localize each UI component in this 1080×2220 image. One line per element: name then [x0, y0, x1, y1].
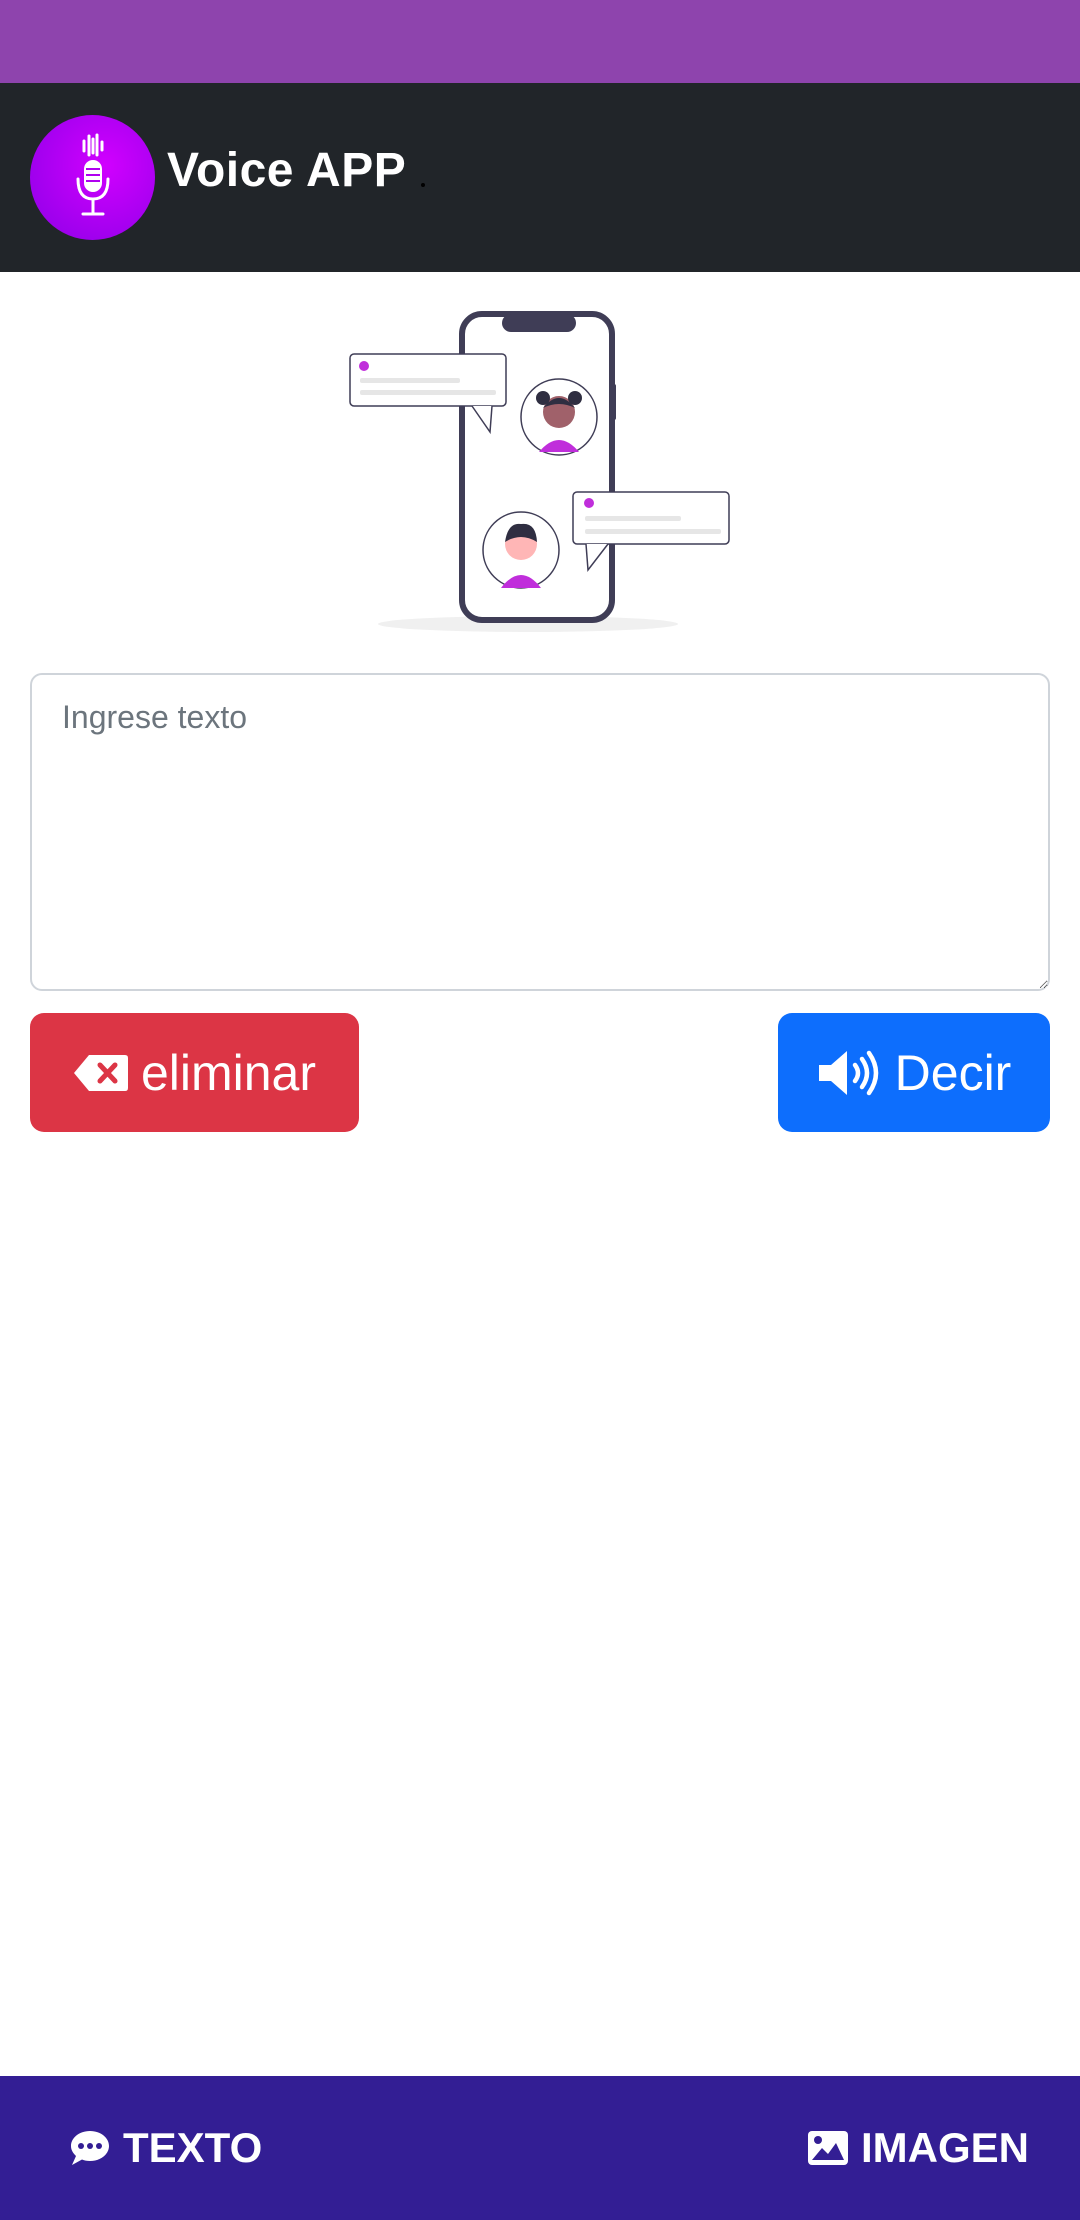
microphone-icon — [76, 133, 109, 215]
app-bar: Voice APP — [0, 83, 1080, 272]
volume-high-icon — [818, 1050, 878, 1095]
chat-phone-illustration — [349, 311, 730, 632]
image-icon — [808, 2131, 848, 2165]
text-input-container — [30, 673, 1050, 991]
nav-item-texto[interactable]: TEXTO — [69, 2116, 262, 2180]
nav-label-texto: TEXTO — [123, 2124, 263, 2171]
delete-button[interactable]: eliminar — [30, 1013, 359, 1132]
app-logo — [30, 115, 155, 240]
say-label: Decir — [894, 1044, 1012, 1101]
nav-item-imagen[interactable]: IMAGEN — [807, 2116, 1029, 2180]
comment-icon — [71, 2131, 109, 2165]
backspace-icon — [73, 1054, 128, 1091]
nav-label-imagen: IMAGEN — [861, 2124, 1029, 2171]
title-dot — [421, 183, 425, 187]
say-button[interactable]: Decir — [778, 1013, 1050, 1132]
bottom-navigation: TEXTO IMAGEN — [0, 2076, 1080, 2220]
text-input[interactable] — [30, 673, 1050, 991]
status-bar — [0, 0, 1080, 83]
app-title: Voice APP — [167, 144, 407, 197]
delete-label: eliminar — [140, 1044, 317, 1101]
